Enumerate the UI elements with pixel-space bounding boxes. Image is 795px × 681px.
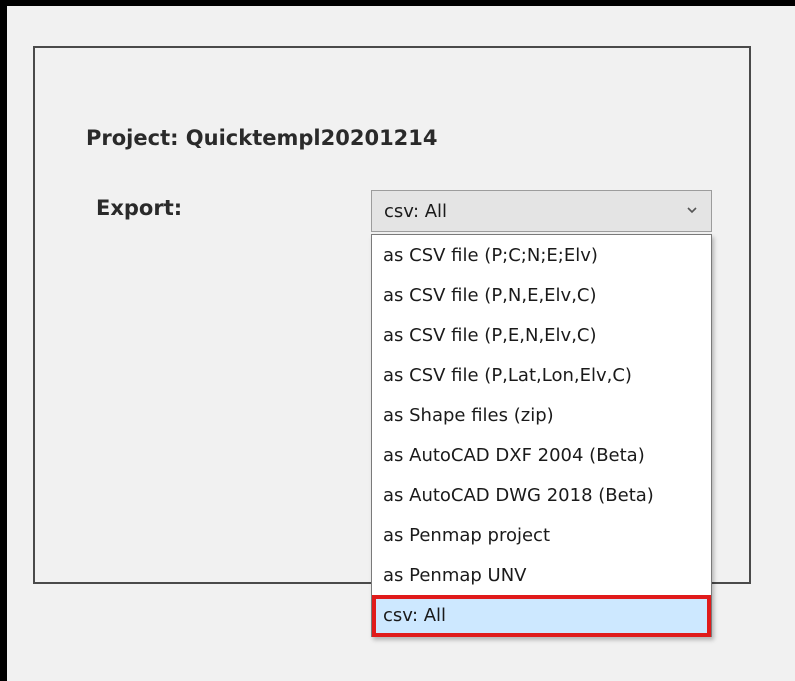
export-option-csv-all[interactable]: csv: All (372, 595, 711, 637)
chevron-down-icon (687, 207, 697, 214)
export-format-select[interactable]: csv: All (371, 190, 712, 232)
export-option-csv-pcnee[interactable]: as CSV file (P;C;N;E;Elv) (372, 236, 711, 276)
export-option-csv-penelvc[interactable]: as CSV file (P,E,N,Elv,C) (372, 316, 711, 356)
export-option-shape-zip[interactable]: as Shape files (zip) (372, 396, 711, 436)
export-option-dwg-2018[interactable]: as AutoCAD DWG 2018 (Beta) (372, 476, 711, 516)
export-option-penmap-project[interactable]: as Penmap project (372, 516, 711, 556)
export-label: Export: (96, 196, 183, 220)
export-option-penmap-unv[interactable]: as Penmap UNV (372, 556, 711, 596)
export-option-dxf-2004[interactable]: as AutoCAD DXF 2004 (Beta) (372, 436, 711, 476)
export-option-csv-latlon[interactable]: as CSV file (P,Lat,Lon,Elv,C) (372, 356, 711, 396)
frame-border-left (0, 0, 7, 681)
project-title: Project: Quicktempl20201214 (86, 126, 438, 150)
export-options-list[interactable]: as CSV file (P;C;N;E;Elv) as CSV file (P… (371, 234, 712, 637)
export-select-value: csv: All (384, 201, 448, 222)
export-option-csv-pneelvc[interactable]: as CSV file (P,N,E,Elv,C) (372, 276, 711, 316)
